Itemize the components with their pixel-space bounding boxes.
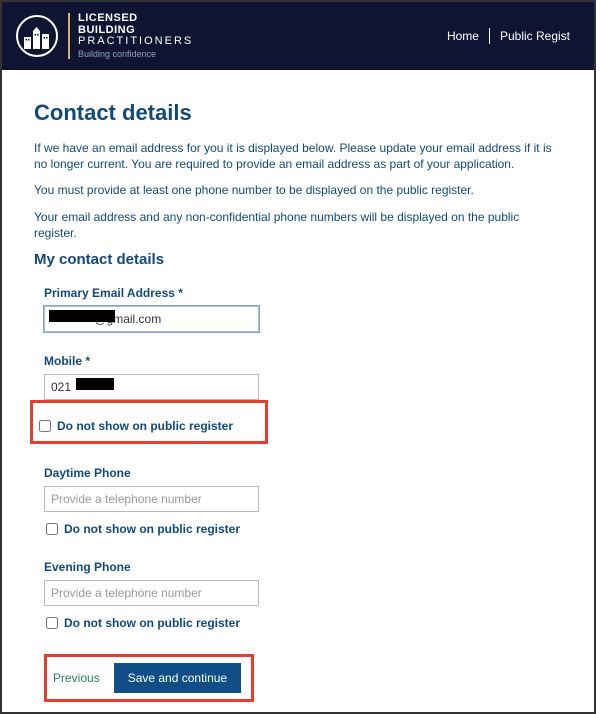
daytime-label: Daytime Phone <box>44 466 562 480</box>
mobile-label: Mobile * <box>44 354 562 368</box>
daytime-hide-checkbox[interactable] <box>46 523 58 535</box>
daytime-hide-label: Do not show on public register <box>64 522 240 536</box>
nav-public-register[interactable]: Public Regist <box>490 29 580 43</box>
page-content: Contact details If we have an email addr… <box>2 70 594 712</box>
redaction-mask <box>49 310 115 322</box>
save-continue-button[interactable]: Save and continue <box>114 663 241 693</box>
intro-text: If we have an email address for you it i… <box>34 140 562 241</box>
button-row: Previous Save and continue <box>44 654 562 702</box>
evening-hide-label: Do not show on public register <box>64 616 240 630</box>
daytime-input[interactable] <box>44 486 259 512</box>
page-title: Contact details <box>34 100 562 126</box>
evening-block: Evening Phone Do not show on public regi… <box>44 560 562 632</box>
brand-logo: LICENSED BUILDING PRACTITIONERS Building… <box>16 13 193 59</box>
intro-paragraph-2: You must provide at least one phone numb… <box>34 182 562 198</box>
intro-paragraph-3: Your email address and any non-confident… <box>34 209 562 241</box>
daytime-block: Daytime Phone Do not show on public regi… <box>44 466 562 538</box>
nav-home[interactable]: Home <box>437 29 489 43</box>
app-header: LICENSED BUILDING PRACTITIONERS Building… <box>2 2 594 70</box>
mobile-hide-label: Do not show on public register <box>57 419 233 433</box>
brand-tagline: Building confidence <box>78 50 193 59</box>
evening-input[interactable] <box>44 580 259 606</box>
evening-hide-checkbox[interactable] <box>46 617 58 629</box>
main-nav: Home Public Regist <box>437 28 580 44</box>
brand-logo-icon <box>16 15 58 57</box>
previous-link[interactable]: Previous <box>53 665 104 691</box>
brand-line3: PRACTITIONERS <box>78 36 193 48</box>
redaction-mask <box>76 378 114 390</box>
section-title: My contact details <box>34 251 562 268</box>
email-block: Primary Email Address * <box>44 286 562 332</box>
intro-paragraph-1: If we have an email address for you it i… <box>34 140 562 172</box>
email-label: Primary Email Address * <box>44 286 562 300</box>
evening-label: Evening Phone <box>44 560 562 574</box>
mobile-block: Mobile * Do not show on public register <box>44 354 562 444</box>
mobile-hide-checkbox[interactable] <box>39 420 51 432</box>
brand-line1: LICENSED <box>78 13 193 25</box>
